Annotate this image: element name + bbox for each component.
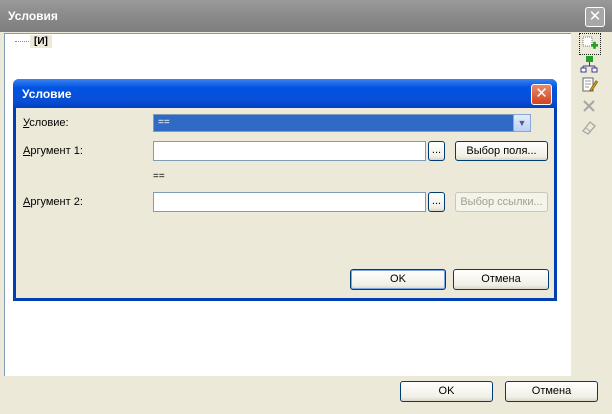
dialog-body: Условие: == ▼ Аргумент 1: ... Выбор поля…	[16, 108, 554, 298]
operator-text: ==	[153, 171, 165, 182]
dialog-close-button[interactable]: ✕	[531, 84, 552, 105]
dialog-cancel-button[interactable]: Отмена	[453, 269, 549, 290]
ok-button[interactable]: OK	[400, 381, 493, 402]
argument1-label: Аргумент 1:	[23, 145, 83, 157]
delete-icon[interactable]	[579, 96, 599, 116]
clear-icon[interactable]	[579, 117, 599, 137]
window-title-bar: Условия ✕	[0, 0, 612, 32]
argument2-label: Аргумент 2:	[23, 196, 83, 208]
chevron-down-icon[interactable]: ▼	[513, 114, 531, 132]
condition-select-value: ==	[158, 117, 170, 128]
argument1-input[interactable]	[153, 141, 426, 161]
tree-root-node[interactable]: [И]	[30, 35, 52, 48]
select-link-button[interactable]: Выбор ссылки...	[455, 192, 548, 212]
close-button[interactable]: ✕	[585, 7, 605, 27]
add-group-icon[interactable]	[579, 54, 599, 74]
dialog-ok-button[interactable]: OK	[350, 269, 446, 290]
window-title: Условия	[8, 9, 58, 23]
condition-select[interactable]: == ▼	[153, 114, 531, 132]
argument2-input[interactable]	[153, 192, 426, 212]
condition-dialog: Условие ✕ Условие: == ▼ Аргумент 1: ... …	[13, 79, 557, 301]
dialog-title-bar: Условие ✕	[13, 79, 557, 108]
argument1-browse-button[interactable]: ...	[428, 141, 445, 161]
dialog-title: Условие	[22, 87, 72, 101]
add-condition-icon[interactable]	[579, 33, 601, 55]
condition-label: Условие:	[23, 117, 69, 129]
argument2-browse-button[interactable]: ...	[428, 192, 445, 212]
cancel-button[interactable]: Отмена	[505, 381, 598, 402]
edit-icon[interactable]	[579, 75, 599, 95]
select-field-button[interactable]: Выбор поля...	[455, 141, 548, 161]
tree-connector	[15, 41, 29, 42]
